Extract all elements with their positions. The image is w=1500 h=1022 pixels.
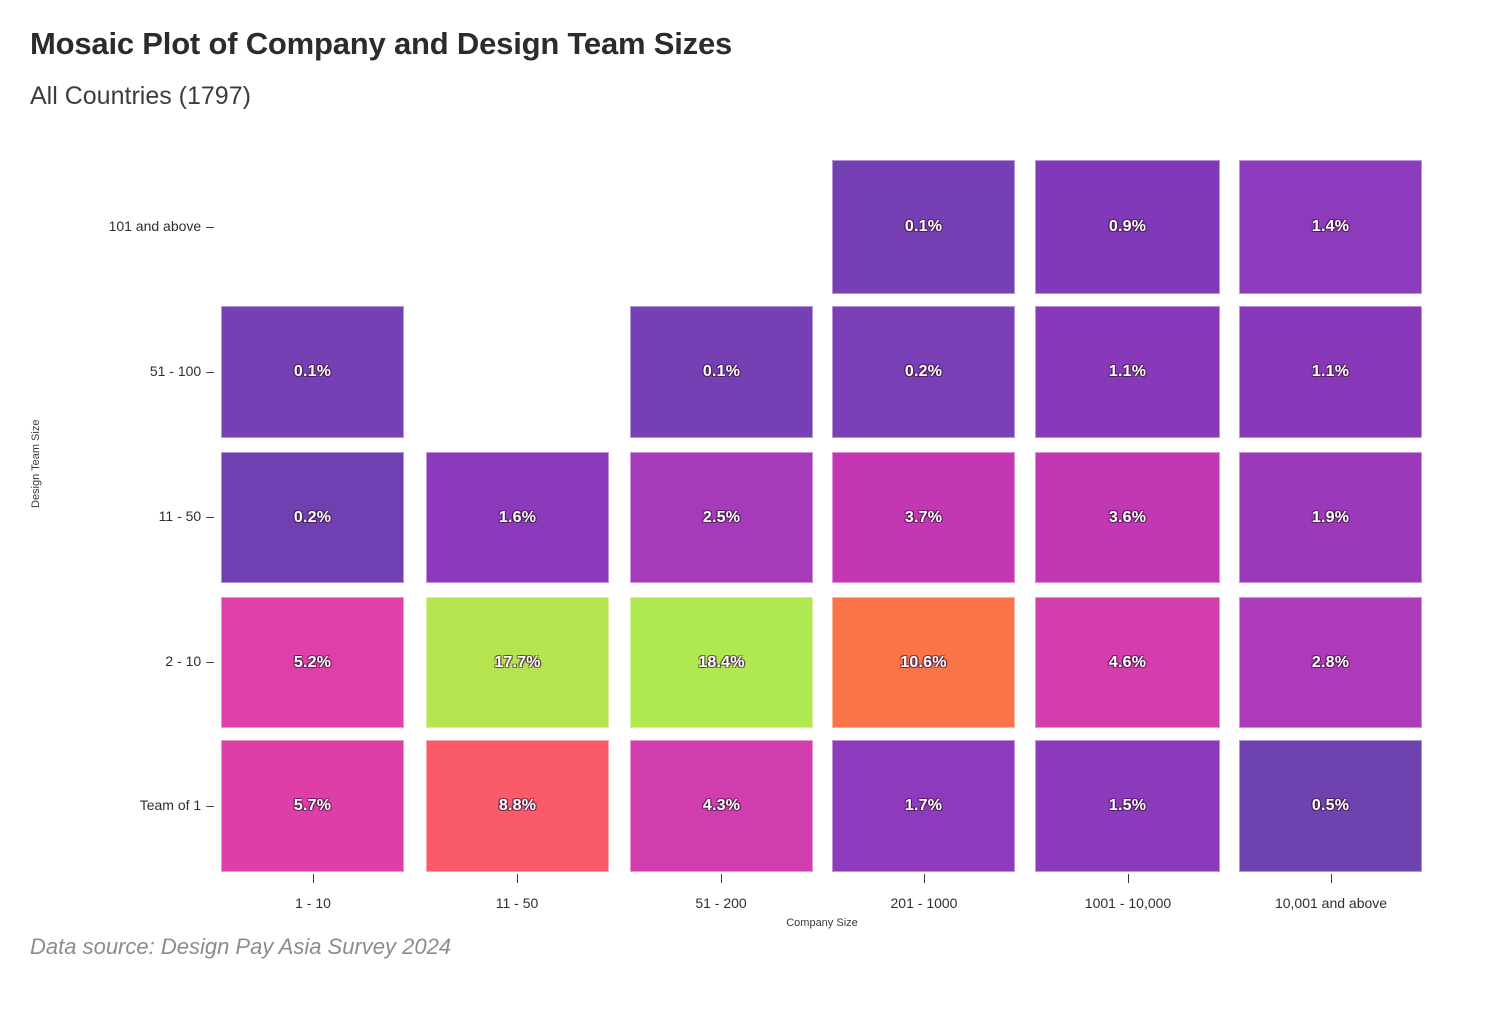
x-axis-title: Company Size [786,917,858,929]
mosaic-tile[interactable]: 0.5% [1239,740,1422,872]
mosaic-tile-label: 1.7% [904,797,943,814]
mosaic-tile-label: 0.5% [1311,797,1350,814]
x-tick-mark [721,874,722,883]
mosaic-tile[interactable]: 0.2% [832,306,1015,438]
x-tick-mark [313,874,314,883]
x-tick-label: 1 - 10 [295,895,331,911]
mosaic-tile[interactable]: 1.6% [426,452,609,583]
mosaic-tile-label: 2.5% [702,508,741,526]
mosaic-tile[interactable]: 0.1% [221,306,404,438]
mosaic-tile-label: 2.8% [1311,653,1350,671]
mosaic-tile[interactable]: 0.2% [221,452,404,583]
mosaic-tile-label: 0.1% [702,363,741,380]
chart-page: Mosaic Plot of Company and Design Team S… [0,0,1500,1022]
y-tick-text: Team of 1 [139,797,202,813]
mosaic-tile[interactable]: 0.1% [630,306,813,438]
page-subtitle: All Countries (1797) [30,82,251,110]
y-tick-label: 2 - 10– [165,653,214,669]
mosaic-tile-label: 3.7% [904,508,943,526]
mosaic-tile-label: 3.6% [1108,508,1147,526]
mosaic-tile[interactable]: 3.6% [1035,452,1220,583]
x-tick-mark [1331,874,1332,883]
mosaic-tile[interactable]: 4.6% [1035,597,1220,728]
y-tick-text: 11 - 50 [158,508,202,524]
mosaic-tile-label: 1.6% [498,508,537,526]
mosaic-tile-label: 4.6% [1108,653,1147,671]
mosaic-tile-label: 0.1% [904,218,943,235]
mosaic-tile-label: 1.4% [1311,218,1350,235]
mosaic-tile[interactable]: 10.6% [832,597,1015,728]
x-tick-mark [1128,874,1129,883]
data-source-note: Data source: Design Pay Asia Survey 2024 [30,934,452,959]
y-axis-title: Design Team Size [30,419,42,508]
mosaic-tile-label: 4.3% [702,797,741,814]
mosaic-tile-label: 0.9% [1108,218,1147,235]
y-tick-label: 11 - 50– [159,508,214,524]
page-title: Mosaic Plot of Company and Design Team S… [30,26,733,61]
mosaic-tile[interactable]: 4.3% [630,740,813,872]
mosaic-tile[interactable]: 1.1% [1239,306,1422,438]
mosaic-tile[interactable]: 1.9% [1239,452,1422,583]
y-tick-text: 51 - 100 [149,363,202,379]
mosaic-tile[interactable]: 1.4% [1239,160,1422,294]
mosaic-tile[interactable]: 5.7% [221,740,404,872]
y-tick-label: 101 and above – [109,218,214,234]
x-tick-label: 51 - 200 [695,895,747,911]
mosaic-tile-label: 5.7% [293,797,332,814]
y-tick-mark: – [206,218,214,234]
mosaic-tile[interactable]: 1.1% [1035,306,1220,438]
x-tick-label: 10,001 and above [1274,895,1388,911]
mosaic-tile[interactable]: 0.9% [1035,160,1220,294]
y-tick-label: Team of 1– [140,797,214,813]
mosaic-tile[interactable]: 2.5% [630,452,813,583]
y-tick-mark: – [206,363,214,379]
mosaic-tile-label: 8.8% [498,797,537,814]
mosaic-tile[interactable]: 0.1% [832,160,1015,294]
mosaic-tile-label: 10.6% [900,653,947,671]
mosaic-tile[interactable]: 5.2% [221,597,404,728]
mosaic-tile-label: 0.1% [293,363,332,380]
y-tick-mark: – [206,508,214,524]
x-tick-mark [924,874,925,883]
mosaic-tile[interactable]: 18.4% [630,597,813,728]
mosaic-tile[interactable]: 1.7% [832,740,1015,872]
mosaic-tile-label: 18.4% [698,653,745,671]
mosaic-tile-label: 5.2% [293,653,332,671]
mosaic-tile-label: 1.1% [1108,363,1147,380]
mosaic-tile[interactable]: 2.8% [1239,597,1422,728]
mosaic-tile-label: 1.5% [1108,797,1147,814]
mosaic-tile-label: 1.1% [1311,363,1350,380]
y-tick-text: 101 and above [108,218,202,234]
mosaic-tile-label: 1.9% [1311,508,1350,526]
y-tick-mark: – [206,653,214,669]
x-tick-mark [517,874,518,883]
mosaic-tile[interactable]: 8.8% [426,740,609,872]
mosaic-tile[interactable]: 3.7% [832,452,1015,583]
x-tick-label: 11 - 50 [495,895,539,911]
mosaic-tile[interactable]: 17.7% [426,597,609,728]
mosaic-tile-label: 17.7% [494,653,541,671]
y-tick-mark: – [206,797,214,813]
mosaic-tile-label: 0.2% [904,363,943,380]
x-tick-label: 201 - 1000 [890,895,958,911]
x-tick-label: 1001 - 10,000 [1084,895,1172,911]
y-tick-text: 2 - 10 [165,653,202,669]
mosaic-tile[interactable]: 1.5% [1035,740,1220,872]
y-tick-label: 51 - 100– [150,363,214,379]
mosaic-tile-label: 0.2% [293,508,332,526]
